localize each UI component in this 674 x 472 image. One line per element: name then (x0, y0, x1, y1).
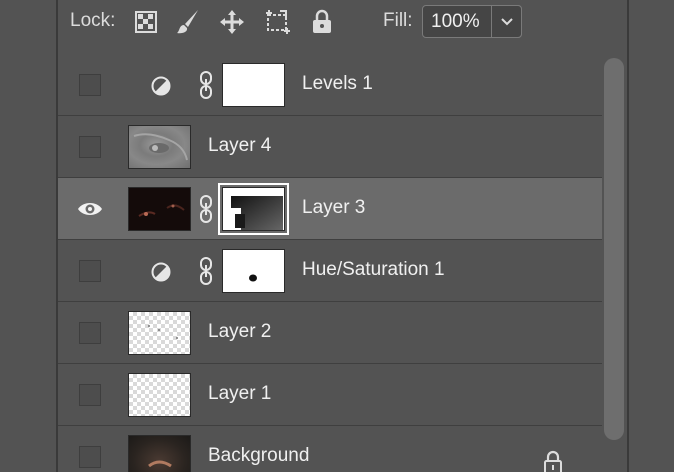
visibility-toggle[interactable] (79, 136, 101, 158)
lock-position-icon[interactable] (218, 8, 246, 36)
layer-mask-thumbnail[interactable] (218, 183, 289, 235)
layer-name[interactable]: Layer 2 (208, 321, 271, 343)
layer-mask-thumbnail[interactable] (222, 63, 285, 107)
layer-thumbnail[interactable] (128, 187, 191, 231)
layer-row-layer-1[interactable]: Layer 1 (58, 364, 602, 426)
layer-thumbnail[interactable] (128, 125, 191, 169)
layer-row-levels-1[interactable]: Levels 1 (58, 54, 602, 116)
chain-link-icon[interactable] (198, 194, 214, 224)
chain-link-icon[interactable] (198, 256, 214, 286)
layer-name[interactable]: Hue/Saturation 1 (302, 259, 445, 281)
layer-name[interactable]: Layer 3 (302, 197, 365, 219)
chain-link-icon[interactable] (198, 70, 214, 100)
layer-name[interactable]: Layer 4 (208, 135, 271, 157)
fill-value: 100% (431, 11, 480, 32)
fill-dropdown-button[interactable] (491, 5, 522, 38)
adjustment-layer-icon (151, 76, 171, 96)
lock-image-pixels-icon[interactable] (174, 8, 202, 36)
layer-name[interactable]: Levels 1 (302, 73, 373, 95)
chevron-down-icon (500, 17, 513, 25)
layer-row-layer-2[interactable]: Layer 2 (58, 302, 602, 364)
lock-transparent-pixels-icon[interactable] (132, 8, 160, 36)
layer-name[interactable]: Background (208, 445, 309, 467)
lock-all-icon[interactable] (308, 8, 336, 36)
layer-row-layer-4[interactable]: Layer 4 (58, 116, 602, 178)
layers-panel: Lock: Fill: 100% Levels 1 Layer 4 Layer … (0, 0, 674, 472)
layer-thumbnail[interactable] (128, 373, 191, 417)
layer-name[interactable]: Layer 1 (208, 383, 271, 405)
layer-mask-thumbnail[interactable] (222, 249, 285, 293)
fill-label: Fill: (383, 10, 413, 31)
lock-label: Lock: (70, 10, 116, 31)
visibility-toggle[interactable] (79, 322, 101, 344)
lock-fill-toolbar: Lock: Fill: 100% (58, 0, 627, 46)
lock-icon (544, 450, 562, 472)
panel-right-border (627, 0, 629, 472)
layer-row-background[interactable]: Background (58, 426, 602, 472)
visibility-toggle[interactable] (79, 384, 101, 406)
layer-row-hue-saturation-1[interactable]: Hue/Saturation 1 (58, 240, 602, 302)
prevent-autonest-icon[interactable] (264, 8, 292, 36)
layer-row-layer-3[interactable]: Layer 3 (58, 178, 602, 240)
visibility-toggle[interactable] (79, 446, 101, 468)
visibility-toggle[interactable] (79, 74, 101, 96)
visibility-toggle[interactable] (79, 260, 101, 282)
layer-thumbnail[interactable] (128, 311, 191, 355)
layer-thumbnail[interactable] (128, 435, 191, 472)
layers-list: Levels 1 Layer 4 Layer 3 Hue/Saturation … (58, 54, 602, 472)
eye-icon[interactable] (77, 199, 103, 219)
adjustment-layer-icon (151, 262, 171, 282)
scrollbar-thumb[interactable] (604, 58, 624, 440)
